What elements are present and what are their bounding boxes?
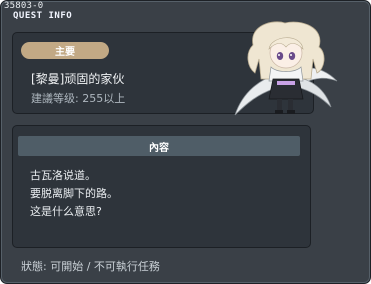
quest-name: [黎曼]顽固的家伙: [31, 72, 125, 86]
quest-id: 35803-0: [4, 1, 44, 11]
quest-level-requirement: 建議等级: 255以上: [31, 92, 126, 105]
npc-character-sprite: [234, 21, 338, 116]
window-title: QUEST INFO: [13, 11, 73, 21]
description-line: 这是什么意思?: [30, 205, 102, 218]
quest-status: 狀態: 可開始 / 不可執行任務: [21, 260, 160, 273]
quest-description: 古瓦洛说道。 要脱离脚下的路。 这是什么意思?: [30, 167, 118, 221]
quest-category-badge: 主要: [21, 42, 109, 59]
description-line: 要脱离脚下的路。: [30, 187, 118, 200]
content-section-header: 內容: [18, 136, 300, 156]
description-line: 古瓦洛说道。: [30, 169, 96, 182]
quest-info-window: 35803-0 QUEST INFO 主要 [黎曼]顽固的家伙 建議等级: 25…: [0, 0, 371, 284]
